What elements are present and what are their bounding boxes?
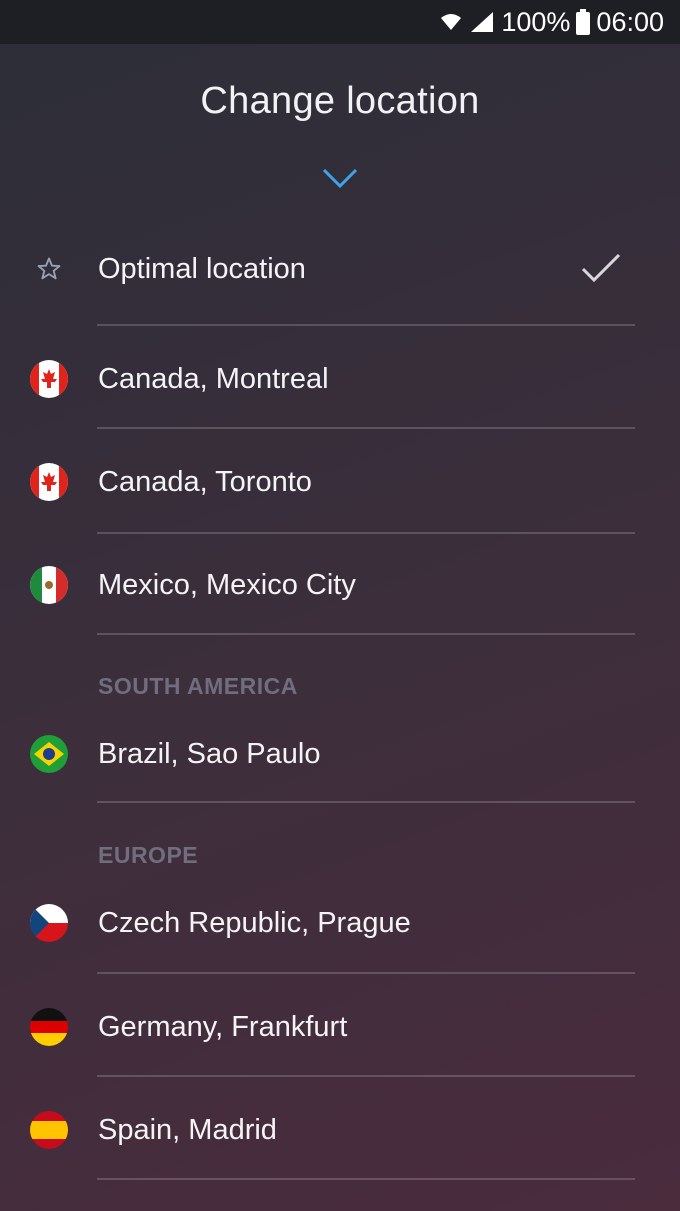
divider <box>97 633 635 635</box>
location-label: Germany, Frankfurt <box>98 1010 348 1043</box>
battery-icon <box>576 9 591 35</box>
location-item[interactable]: Canada, Toronto <box>0 430 680 534</box>
location-label: Brazil, Sao Paulo <box>98 737 321 770</box>
location-item[interactable]: Spain, Madrid <box>0 1078 680 1182</box>
page-title: Change location <box>200 80 480 122</box>
location-item[interactable]: Mexico, Mexico City <box>0 533 680 637</box>
location-item[interactable]: Brazil, Sao Paulo <box>0 702 680 806</box>
divider <box>97 1075 635 1077</box>
canada-flag-icon <box>29 359 69 399</box>
location-label: Optimal location <box>98 252 306 285</box>
signal-icon <box>469 10 495 34</box>
location-label: Canada, Toronto <box>98 465 312 498</box>
section-header-europe: EUROPE <box>98 842 199 868</box>
divider <box>97 801 635 803</box>
germany-flag-icon <box>29 1007 69 1047</box>
brazil-flag-icon <box>29 734 69 774</box>
location-label: Czech Republic, Prague <box>98 906 411 939</box>
star-outline-icon <box>29 249 69 289</box>
divider <box>97 324 635 326</box>
location-item[interactable]: Czech Republic, Prague <box>0 871 680 975</box>
status-bar: 100% 06:00 <box>0 0 680 44</box>
spain-flag-icon <box>29 1110 69 1150</box>
czech-flag-icon <box>29 903 69 943</box>
location-item-optimal[interactable]: Optimal location <box>0 217 680 321</box>
mexico-flag-icon <box>29 565 69 605</box>
location-label: Spain, Madrid <box>98 1113 277 1146</box>
location-label: Mexico, Mexico City <box>98 568 356 601</box>
divider <box>97 427 635 429</box>
checkmark-icon <box>578 251 624 287</box>
location-item[interactable]: Canada, Montreal <box>0 327 680 431</box>
battery-percent: 100% <box>501 6 571 37</box>
divider <box>97 972 635 974</box>
section-header-south-america: SOUTH AMERICA <box>98 673 298 699</box>
clock-time: 06:00 <box>596 6 664 37</box>
canada-flag-icon <box>29 462 69 502</box>
location-label: Canada, Montreal <box>98 362 329 395</box>
location-item[interactable]: Germany, Frankfurt <box>0 975 680 1079</box>
chevron-down-icon[interactable] <box>320 164 360 192</box>
divider <box>97 1178 635 1180</box>
wifi-icon <box>439 10 463 34</box>
